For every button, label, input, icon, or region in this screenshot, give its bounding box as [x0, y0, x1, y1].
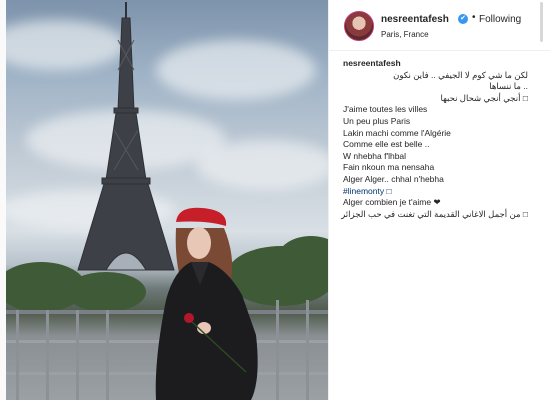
caption-line: Comme elle est belle ..: [343, 139, 430, 150]
caption-line: □ من أجمل الاغاني القديمة التي تغنت في ح…: [341, 208, 528, 219]
caption-line: Fain nkoun ma nensaha: [343, 162, 435, 173]
separator-dot: •: [472, 12, 476, 23]
post-side-panel: nesreentafesh ✔ • Following Paris, Franc…: [328, 0, 550, 400]
post-header: nesreentafesh ✔ • Following Paris, Franc…: [329, 0, 550, 51]
verified-badge-icon: ✔: [458, 14, 468, 24]
caption-line: Alger combien je t'aime ❤: [343, 197, 441, 208]
post-username[interactable]: nesreentafesh: [381, 14, 449, 25]
post-location[interactable]: Paris, France: [381, 30, 429, 39]
caption-username[interactable]: nesreentafesh: [343, 58, 401, 68]
caption-line: W nhebha f'lhbal: [343, 150, 407, 161]
post-caption: nesreentafesh لكن ما شي كوم لا الجيفي ..…: [341, 58, 543, 220]
scrollbar[interactable]: [540, 2, 543, 42]
post-photo[interactable]: [6, 0, 328, 400]
caption-line: Un peu plus Paris: [343, 115, 411, 126]
caption-line: J'aime toutes les villes: [343, 104, 428, 115]
caption-line: Alger Alger.. chhal n'hebha: [343, 173, 444, 184]
woman-figure: [155, 207, 258, 400]
instagram-post-frame: nesreentafesh ✔ • Following Paris, Franc…: [0, 0, 550, 400]
caption-line: Lakin machi comme l'Algérie: [343, 127, 451, 138]
rose-icon: [184, 313, 194, 323]
caption-line: لكن ما شي كوم لا الجيفي .. فاين نكون: [393, 69, 528, 80]
hashtag-link[interactable]: #linemonty □: [343, 186, 543, 198]
caption-line: □ أنجي أنجي شحال نحبها: [440, 92, 528, 103]
caption-line: .. ما ننساها: [489, 81, 528, 92]
avatar[interactable]: [344, 11, 374, 41]
following-button[interactable]: Following: [479, 14, 521, 25]
